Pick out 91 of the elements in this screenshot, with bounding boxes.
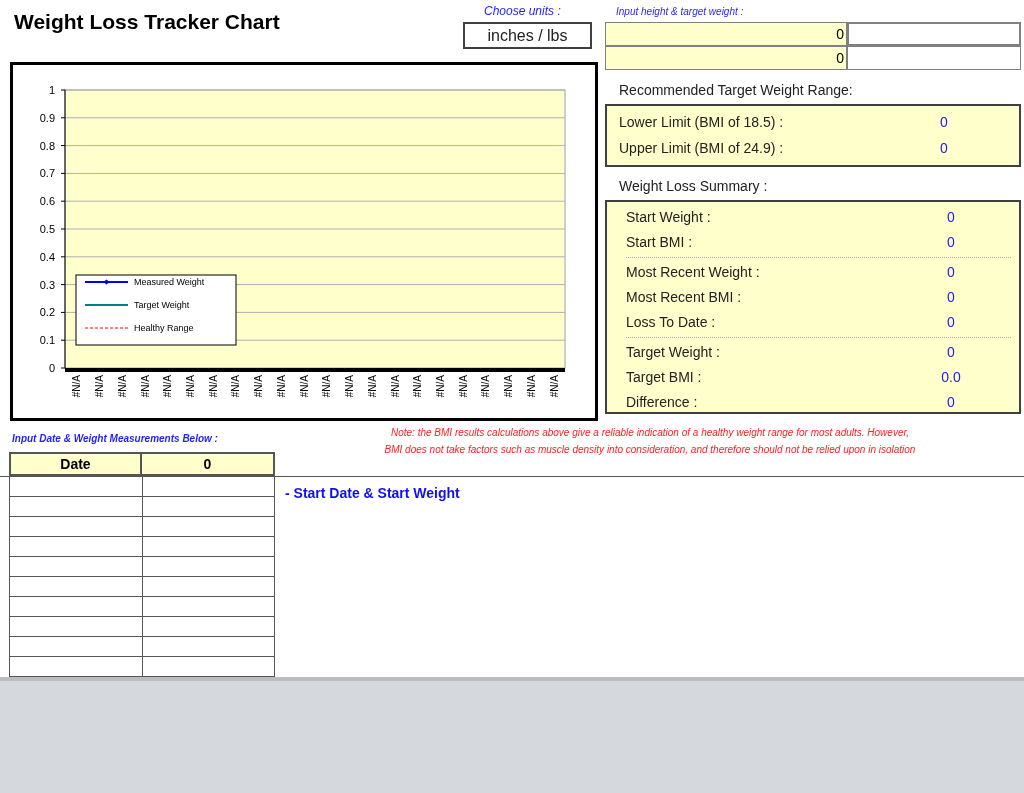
input-cell[interactable] <box>9 557 142 577</box>
row-value: 0 <box>939 113 949 132</box>
row-label: Difference : <box>626 393 699 412</box>
input-cell[interactable] <box>9 597 142 617</box>
input-cell[interactable]: 0 <box>605 46 847 70</box>
category-label: #N/A <box>298 375 310 398</box>
row-label: Start Weight : <box>626 208 712 227</box>
input-cell[interactable] <box>9 577 142 597</box>
category-label: #N/A <box>275 375 287 398</box>
category-label: #N/A <box>503 375 515 398</box>
section-heading: Weight Loss Summary : <box>619 177 769 195</box>
input-cell[interactable] <box>142 617 275 637</box>
input-cell[interactable] <box>142 597 275 617</box>
row-label: Lower Limit (BMI of 18.5) : <box>619 113 785 132</box>
inputs-label: Input height & target weight : <box>616 5 745 19</box>
axis-tick-label: 0.9 <box>39 111 55 124</box>
section-heading: Recommended Target Weight Range: <box>619 81 854 99</box>
row-value: 0 <box>946 313 956 332</box>
input-cell[interactable] <box>9 637 142 657</box>
category-label: #N/A <box>116 375 128 398</box>
row-value: 0 <box>946 208 956 227</box>
input-cell[interactable] <box>9 517 142 537</box>
input-cell[interactable] <box>142 637 275 657</box>
row-value: 0 <box>939 139 949 158</box>
category-label: #N/A <box>230 375 242 398</box>
category-label: #N/A <box>139 375 151 398</box>
row-value: 0 <box>946 288 956 307</box>
category-label: #N/A <box>457 375 469 398</box>
units-label: Choose units : <box>484 3 561 19</box>
category-label: #N/A <box>480 375 492 398</box>
legend-label: Healthy Range <box>134 323 194 333</box>
category-label: #N/A <box>366 375 378 398</box>
input-cell[interactable] <box>142 577 275 597</box>
row-value: 0 <box>946 393 956 412</box>
row-label: Most Recent Weight : <box>626 263 761 282</box>
axis-tick-label: 0.6 <box>39 195 55 208</box>
legend-line <box>84 327 129 329</box>
axis-tick-label: 1 <box>48 84 55 96</box>
measurements-label: Input Date & Weight Measurements Below : <box>11 432 219 446</box>
row-label: Loss To Date : <box>626 313 717 332</box>
axis-tick-label: 0.5 <box>39 223 55 235</box>
row-value: 0 <box>946 343 956 362</box>
input-cell[interactable] <box>142 517 275 537</box>
category-label: #N/A <box>344 375 356 398</box>
axis-tick-label: 0.1 <box>39 334 55 347</box>
category-label: #N/A <box>207 375 219 398</box>
row-label: Start BMI : <box>626 233 694 252</box>
category-label: #N/A <box>525 375 537 398</box>
column-header: Date <box>9 452 142 476</box>
row-value: 0.0 <box>940 368 962 387</box>
column-header: 0 <box>142 452 275 476</box>
row-value: 0 <box>946 263 956 282</box>
input-cell[interactable]: 0 <box>605 22 847 46</box>
input-cell[interactable] <box>9 617 142 637</box>
input-cell[interactable] <box>142 497 275 517</box>
axis-tick-label: 0.7 <box>39 167 55 180</box>
category-label: #N/A <box>389 375 401 398</box>
category-label: #N/A <box>435 375 446 398</box>
input-cell[interactable] <box>9 497 142 517</box>
input-cell[interactable] <box>847 22 1021 46</box>
input-cell[interactable] <box>142 537 275 557</box>
row-label: Target BMI : <box>626 368 703 387</box>
row-label: Target Weight : <box>626 343 721 362</box>
input-cell[interactable] <box>142 477 275 497</box>
bmi-note: Note: the BMI results calculations above give a reliable indication of a healthy weight range for most adults. However, BMI does not take factors such as muscle density into consideration, and therefore should not be relied upon in isolation <box>383 426 917 457</box>
start-marker-text: - Start Date & Start Weight <box>285 485 460 501</box>
axis-tick-label: 0 <box>48 362 55 374</box>
category-label: #N/A <box>162 375 174 398</box>
input-cell[interactable] <box>9 477 142 497</box>
legend-line <box>84 304 129 306</box>
axis-tick-label: 0.3 <box>39 278 55 291</box>
row-value: 0 <box>946 233 956 252</box>
input-cell[interactable] <box>142 557 275 577</box>
category-label: #N/A <box>321 375 333 398</box>
input-cell[interactable] <box>847 46 1021 70</box>
category-label: #N/A <box>71 375 83 398</box>
category-label: #N/A <box>253 375 265 398</box>
axis-tick-label: 0.2 <box>39 306 55 319</box>
legend-label: Target Weight <box>134 300 190 310</box>
category-label: #N/A <box>94 375 106 398</box>
row-label: Upper Limit (BMI of 24.9) : <box>619 139 785 158</box>
axis-tick-label: 0.8 <box>39 139 55 152</box>
units-dropdown[interactable]: inches / lbs <box>463 22 592 49</box>
category-label: #N/A <box>412 375 424 398</box>
category-label: #N/A <box>548 375 560 398</box>
row-label: Most Recent BMI : <box>626 288 743 307</box>
sheet-title: Weight Loss Tracker Chart <box>14 9 280 35</box>
category-label: #N/A <box>185 375 196 398</box>
input-cell[interactable] <box>9 537 142 557</box>
legend-label: Measured Weight <box>134 277 205 287</box>
axis-tick-label: 0.4 <box>39 250 55 263</box>
